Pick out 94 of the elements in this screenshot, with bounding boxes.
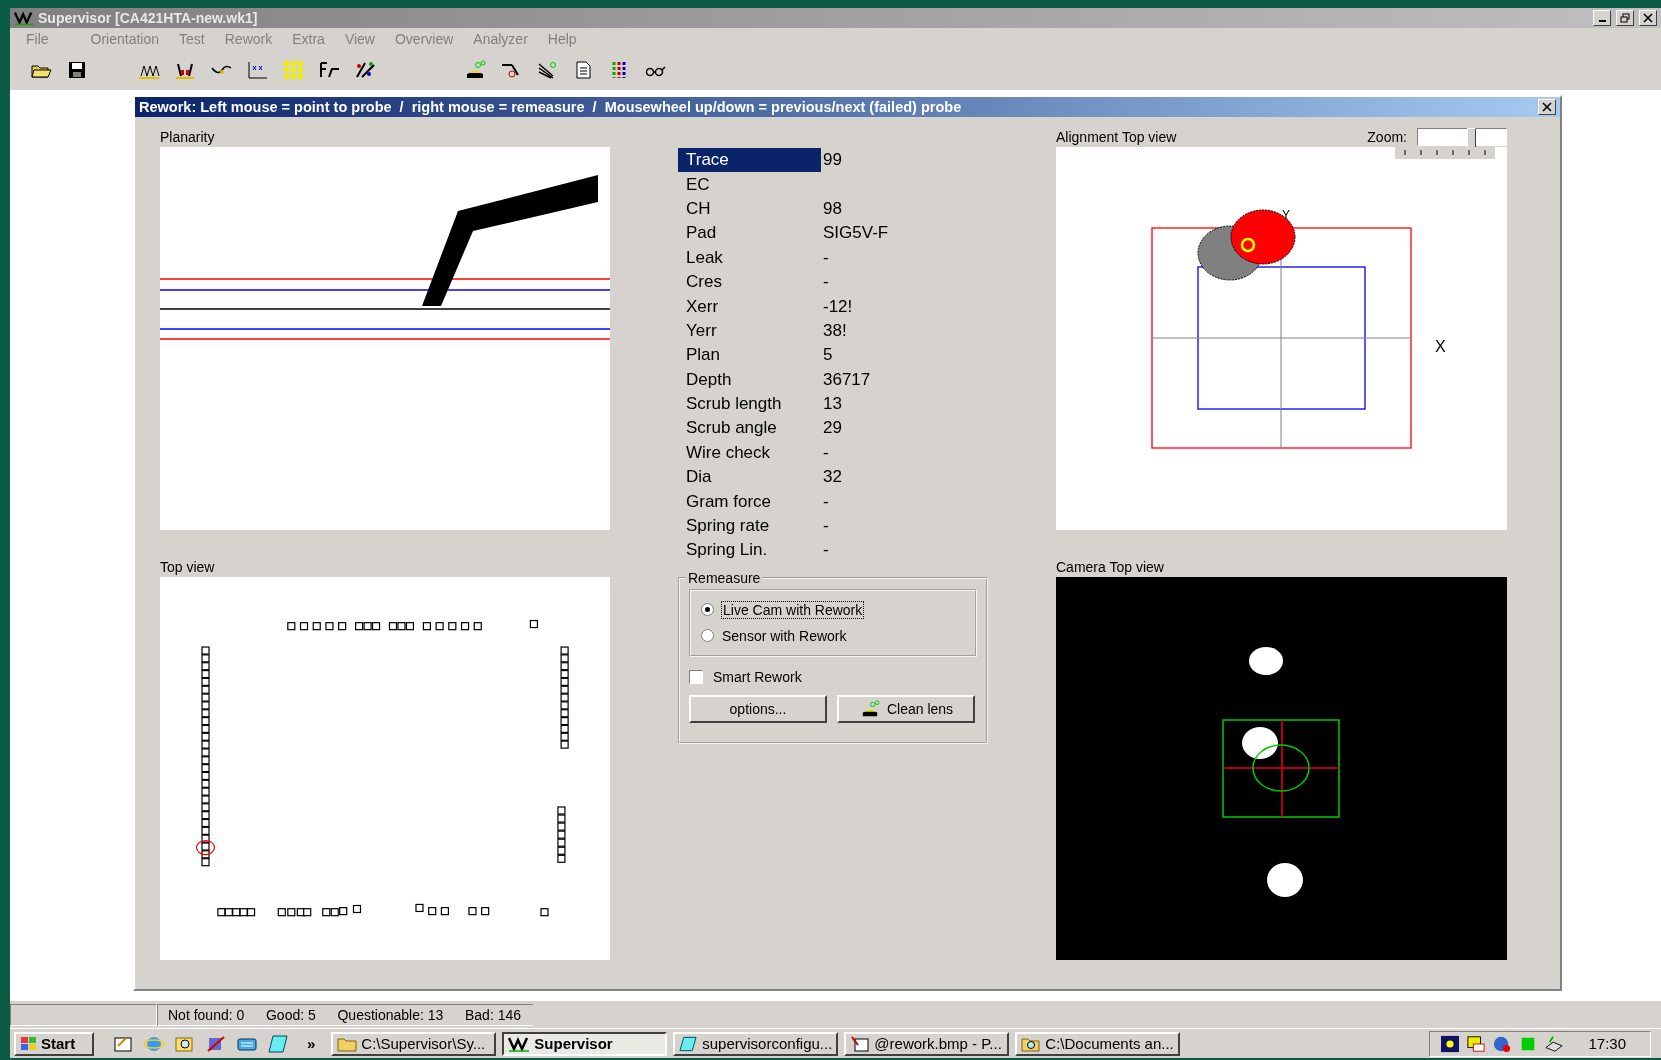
app-logo-icon	[508, 1035, 531, 1052]
property-value: SIG5V-F	[822, 223, 889, 244]
taskbar-button[interactable]: @rework.bmp - P...	[844, 1031, 1010, 1056]
sync-icon[interactable]	[1544, 1034, 1565, 1053]
display-icon[interactable]	[1466, 1034, 1487, 1053]
property-value: 13	[822, 394, 842, 415]
panel-title: Rework: Left mouse = point to probe / right mouse = remeasure / Mousewheel up/down = previous/next (failed) probe	[139, 99, 963, 115]
property-label[interactable]: Pad	[678, 221, 821, 246]
taskbar-button[interactable]: C:\Documents an...	[1015, 1031, 1181, 1056]
status-text: Bad: 146	[455, 1003, 533, 1026]
close-button[interactable]	[1639, 10, 1657, 26]
options-button[interactable]: options...	[689, 694, 827, 723]
property-label[interactable]: Cres	[678, 269, 821, 295]
scatter-icon[interactable]	[354, 60, 376, 80]
tools-icon[interactable]	[205, 1033, 227, 1054]
property-label[interactable]: Xerr	[678, 294, 821, 319]
clock: 17:30	[1588, 1035, 1627, 1052]
app-logo-icon	[14, 10, 34, 26]
measured-probe-position	[1230, 209, 1296, 265]
property-value: 32	[822, 467, 842, 488]
property-label[interactable]: Dia	[678, 465, 821, 490]
clean-lens-button[interactable]: Clean lens	[837, 694, 975, 723]
zoom-slider[interactable]	[1417, 128, 1507, 146]
zoom-label: Zoom:	[1367, 129, 1407, 145]
property-value: 36717	[822, 369, 871, 390]
save-icon[interactable]	[66, 60, 88, 80]
radio-label[interactable]: Live Cam with Rework	[722, 601, 864, 618]
y-axis-label: Y	[1282, 208, 1290, 222]
probe-bundle-icon[interactable]	[536, 60, 558, 80]
property-label[interactable]: CH	[678, 196, 821, 222]
section-label: Camera Top view	[1056, 559, 1164, 575]
property-value: -	[822, 247, 829, 268]
radio-label[interactable]: Sensor with Rework	[722, 627, 847, 644]
lens-cleaning-icon[interactable]	[464, 60, 486, 80]
folder-search-icon	[1021, 1035, 1042, 1052]
property-value: -	[822, 272, 829, 293]
x-axis-label: X	[1435, 338, 1446, 355]
section-label: Planarity	[160, 129, 215, 145]
section-label: Alignment Top view	[1056, 129, 1177, 145]
window-title: Supervisor [CA421HTA-new.wk1]	[38, 10, 259, 26]
start-button[interactable]: Start	[14, 1031, 94, 1056]
close-icon	[1643, 13, 1653, 23]
property-label[interactable]: EC	[678, 172, 821, 197]
probe-shape-icon[interactable]	[318, 60, 340, 80]
section-label: Top view	[160, 559, 215, 575]
status-text: Questionable: 13	[327, 1003, 455, 1026]
slider-thumb[interactable]	[1466, 128, 1476, 148]
probe-tip-marker	[1240, 237, 1256, 253]
property-value: -	[822, 540, 829, 561]
restore-icon	[1620, 13, 1630, 23]
property-value: -12!	[822, 296, 853, 317]
notepad-icon	[679, 1035, 699, 1052]
property-label[interactable]: Scrub angle	[678, 416, 821, 441]
property-value: -	[822, 442, 829, 463]
property-label[interactable]: Wire check	[678, 440, 821, 466]
taskbar-button[interactable]: Supervisor	[502, 1031, 668, 1056]
property-label[interactable]: Depth	[678, 367, 821, 392]
axis-chart-icon[interactable]	[246, 60, 268, 80]
globe-icon[interactable]	[1492, 1034, 1513, 1053]
property-value: 5	[822, 345, 833, 366]
checkbox[interactable]	[689, 669, 703, 684]
property-label[interactable]: Plan	[678, 343, 821, 368]
property-value: 29	[822, 418, 842, 439]
taskbar-button[interactable]: C:\Supervisor\Sy...	[331, 1031, 497, 1056]
property-label[interactable]: Trace	[678, 148, 821, 173]
property-label[interactable]: Gram force	[678, 489, 821, 514]
folder-icon	[337, 1035, 358, 1052]
restore-button[interactable]	[1616, 10, 1634, 26]
property-label[interactable]: Spring rate	[678, 513, 821, 539]
status-text: Good: 5	[255, 1003, 328, 1026]
overflow-chevron[interactable]: »	[303, 1035, 326, 1052]
radio-button[interactable]	[701, 629, 714, 643]
property-value: -	[822, 516, 829, 537]
radio-button[interactable]	[701, 603, 714, 617]
property-label[interactable]: Yerr	[678, 318, 821, 344]
status-text: Not found: 0	[157, 1003, 256, 1026]
network-icon[interactable]	[1440, 1034, 1461, 1053]
minimize-button[interactable]	[1593, 10, 1611, 26]
property-label[interactable]: Scrub length	[678, 391, 821, 417]
windows-logo-icon	[20, 1035, 38, 1052]
checkbox-label[interactable]: Smart Rework	[713, 668, 802, 685]
close-icon	[1542, 102, 1552, 112]
property-label[interactable]: Leak	[678, 245, 821, 270]
minimize-icon	[1598, 20, 1606, 22]
selected-probe-marker	[195, 839, 216, 856]
property-value: 99	[822, 150, 842, 171]
property-value: 38!	[822, 320, 847, 341]
property-value: 98	[822, 198, 842, 219]
notepad-icon[interactable]	[267, 1033, 289, 1054]
property-label[interactable]: Spring Lin.	[678, 538, 821, 563]
close-button[interactable]	[1538, 99, 1556, 115]
taskbar-button[interactable]: supervisorconfigu...	[673, 1031, 839, 1056]
property-value: -	[822, 491, 829, 512]
paint-icon	[850, 1035, 871, 1052]
